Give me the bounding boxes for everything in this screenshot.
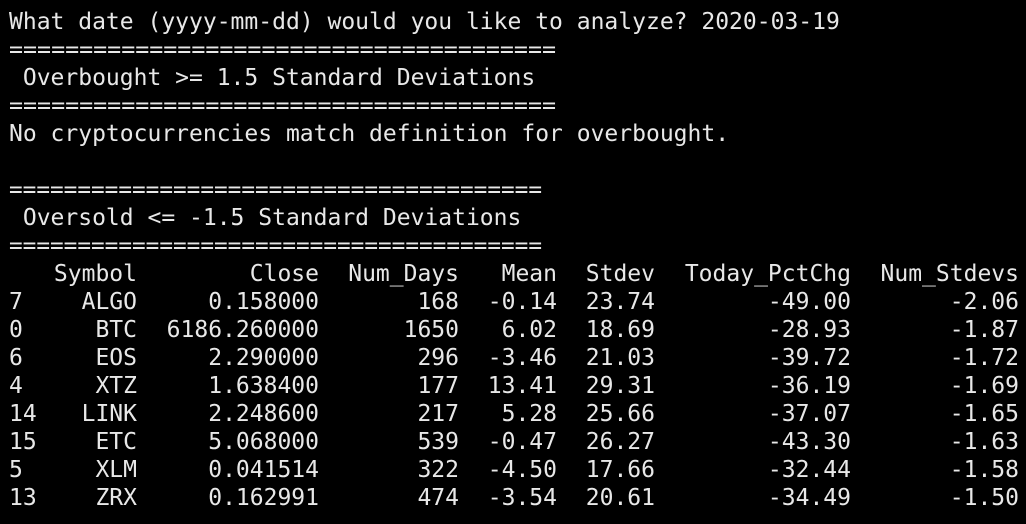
cell-num-days: 539 — [417, 429, 459, 455]
cell-close: 0.162991 — [208, 485, 319, 511]
cell-num-stdevs: -1.65 — [949, 401, 1019, 427]
cell-num-days: 177 — [417, 373, 459, 399]
cell-mean: -3.54 — [487, 485, 557, 511]
terminal-window[interactable]: What date (yyyy-mm-dd) would you like to… — [0, 0, 1026, 524]
cell-symbol: BTC — [95, 317, 137, 343]
cell-today-pctchg: -36.19 — [767, 373, 851, 399]
column-header-num-stdevs: Num_Stdevs — [880, 261, 1019, 287]
cell-close: 1.638400 — [208, 373, 319, 399]
cell-today-pctchg: -34.49 — [767, 485, 851, 511]
cell-close: 2.248600 — [208, 401, 319, 427]
cell-num-days: 217 — [417, 401, 459, 427]
column-header-num-days: Num_Days — [348, 261, 459, 287]
cell-mean: 6.02 — [501, 317, 557, 343]
oversold-heading: Oversold <= -1.5 Standard Deviations — [9, 205, 522, 231]
oversold-table: Symbol Close Num_Days Mean Stdev Today_P… — [9, 260, 1019, 512]
table-row: 4 XTZ 1.638400 177 13.41 29.31 -36.19 -1.69 — [9, 372, 1019, 400]
column-header-symbol: Symbol — [53, 261, 137, 287]
cell-index: 5 — [9, 457, 23, 483]
cell-stdev: 26.27 — [585, 429, 655, 455]
cell-stdev: 25.66 — [585, 401, 655, 427]
cell-index: 14 — [9, 401, 37, 427]
cell-num-days: 1650 — [403, 317, 459, 343]
date-prompt-line: What date (yyyy-mm-dd) would you like to… — [9, 8, 1026, 36]
cell-close: 2.290000 — [208, 345, 319, 371]
cell-symbol: XLM — [95, 457, 137, 483]
table-header-row: Symbol Close Num_Days Mean Stdev Today_P… — [9, 260, 1019, 288]
cell-num-stdevs: -1.69 — [949, 373, 1019, 399]
cell-symbol: LINK — [81, 401, 137, 427]
cell-mean: -3.46 — [487, 345, 557, 371]
column-header-stdev: Stdev — [585, 261, 655, 287]
cell-stdev: 20.61 — [585, 485, 655, 511]
cell-mean: -0.47 — [487, 429, 557, 455]
cell-num-stdevs: -1.87 — [949, 317, 1019, 343]
cell-index: 15 — [9, 429, 37, 455]
cell-symbol: ZRX — [95, 485, 137, 511]
cell-close: 5.068000 — [208, 429, 319, 455]
table-row: 0 BTC 6186.260000 1650 6.02 18.69 -28.93 -1.87 — [9, 316, 1019, 344]
cell-index: 4 — [9, 373, 23, 399]
cell-num-stdevs: -1.63 — [949, 429, 1019, 455]
cell-num-stdevs: -2.06 — [949, 289, 1019, 315]
cell-symbol: ALGO — [81, 289, 137, 315]
cell-symbol: EOS — [95, 345, 137, 371]
table-row: 5 XLM 0.041514 322 -4.50 17.66 -32.44 -1.58 — [9, 456, 1019, 484]
column-header-close: Close — [249, 261, 319, 287]
cell-index: 7 — [9, 289, 23, 315]
table-row: 6 EOS 2.290000 296 -3.46 21.03 -39.72 -1.72 — [9, 344, 1019, 372]
separator-line: ======================================= — [9, 37, 556, 63]
overbought-heading: Overbought >= 1.5 Standard Deviations — [9, 65, 536, 91]
cell-stdev: 18.69 — [585, 317, 655, 343]
cell-stdev: 29.31 — [585, 373, 655, 399]
cell-num-days: 322 — [417, 457, 459, 483]
cell-stdev: 17.66 — [585, 457, 655, 483]
cell-index: 6 — [9, 345, 23, 371]
cell-today-pctchg: -37.07 — [767, 401, 851, 427]
table-row: 15 ETC 5.068000 539 -0.47 26.27 -43.30 -1.63 — [9, 428, 1019, 456]
table-row: 14 LINK 2.248600 217 5.28 25.66 -37.07 -1.65 — [9, 400, 1019, 428]
separator-line: ======================================= — [9, 233, 542, 259]
prompt-question: What date (yyyy-mm-dd) would you like to… — [9, 9, 702, 35]
cell-today-pctchg: -32.44 — [767, 457, 851, 483]
cell-symbol: ETC — [95, 429, 137, 455]
cell-index: 13 — [9, 485, 37, 511]
column-header-mean: Mean — [501, 261, 557, 287]
cell-mean: 13.41 — [487, 373, 557, 399]
cell-num-days: 474 — [417, 485, 459, 511]
separator-line: ======================================= — [9, 177, 542, 203]
prompt-answer: 2020-03-19 — [701, 9, 840, 35]
column-header-today-pctchg: Today_PctChg — [684, 261, 851, 287]
table-row: 13 ZRX 0.162991 474 -3.54 20.61 -34.49 -1.50 — [9, 484, 1019, 512]
overbought-message: No cryptocurrencies match definition for… — [9, 121, 730, 147]
cell-today-pctchg: -28.93 — [767, 317, 851, 343]
table-row: 7 ALGO 0.158000 168 -0.14 23.74 -49.00 -2.06 — [9, 288, 1019, 316]
separator-line: ======================================= — [9, 93, 556, 119]
cell-mean: 5.28 — [501, 401, 557, 427]
cell-mean: -0.14 — [487, 289, 557, 315]
column-header-index — [9, 260, 53, 288]
cell-num-days: 296 — [417, 345, 459, 371]
cell-today-pctchg: -49.00 — [767, 289, 851, 315]
cell-close: 0.158000 — [208, 289, 319, 315]
cell-today-pctchg: -43.30 — [767, 429, 851, 455]
cell-num-stdevs: -1.58 — [949, 457, 1019, 483]
cell-num-days: 168 — [417, 289, 459, 315]
cell-close: 0.041514 — [208, 457, 319, 483]
cell-close: 6186.260000 — [166, 317, 319, 343]
cell-num-stdevs: -1.50 — [949, 485, 1019, 511]
cell-num-stdevs: -1.72 — [949, 345, 1019, 371]
cell-stdev: 23.74 — [585, 289, 655, 315]
cell-index: 0 — [9, 317, 23, 343]
cell-stdev: 21.03 — [585, 345, 655, 371]
cell-today-pctchg: -39.72 — [767, 345, 851, 371]
cell-symbol: XTZ — [95, 373, 137, 399]
cell-mean: -4.50 — [487, 457, 557, 483]
